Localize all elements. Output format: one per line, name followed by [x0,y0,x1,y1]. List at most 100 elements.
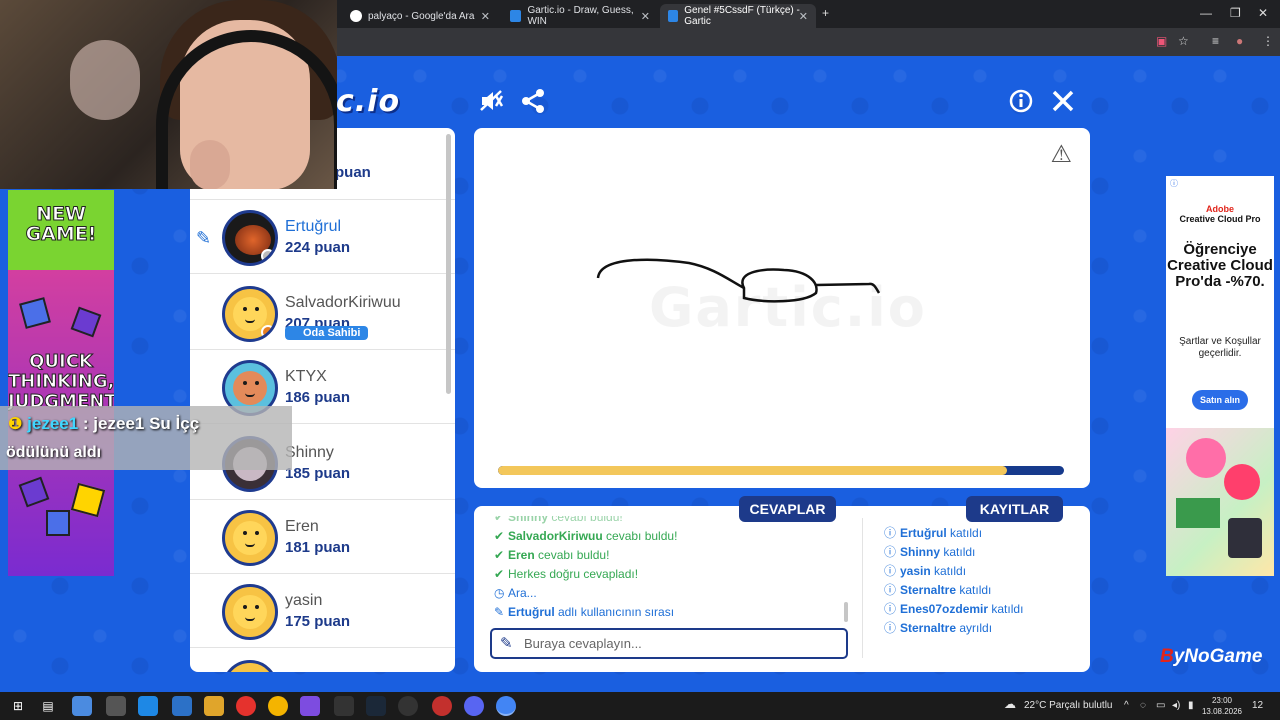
player-score: 181 puan [285,539,351,556]
log-line: ⓘ yasin katıldı [884,562,1074,581]
close-window-icon[interactable]: ✕ [1258,6,1268,20]
ad-card-icon [18,476,50,508]
room-owner-badge: Oda Sahibi [285,326,369,340]
avatar [222,286,278,342]
steam-icon[interactable] [366,696,386,716]
webcam-overlay [0,0,337,189]
browser-tab-gartic-home[interactable]: Gartic.io - Draw, Guess, WIN ✕ [502,4,658,28]
tab-answers[interactable]: CEVAPLAR [739,496,836,522]
gartic-icon [510,10,522,22]
app-icon[interactable] [72,696,92,716]
app-icon[interactable] [300,696,320,716]
ad-tagline: QUICK THINKING, JUDGMENT [8,351,114,412]
check-icon: ✔ [494,548,505,562]
answer-line: ◷ Ara... [494,584,854,603]
player-row[interactable]: yasin 175 puan [190,574,455,648]
close-tab-icon[interactable]: ✕ [641,10,650,23]
extension-icon[interactable]: ▣ [1156,34,1167,48]
restore-icon[interactable]: ❐ [1230,6,1241,20]
tab-logs[interactable]: KAYITLAR [966,496,1063,522]
ad-choices-icon[interactable]: ⓘ [1170,178,1178,189]
ad-note: Şartlar ve Koşullar geçerlidir. [1179,336,1261,359]
opera-icon[interactable] [236,696,256,716]
reading-list-icon[interactable]: ≡ [1212,34,1219,48]
info-icon: ⓘ [884,526,897,540]
mic-icon[interactable]: ▮ [1188,700,1194,711]
tab-title: palyaço - Google'da Ara [368,10,475,22]
notification-user: jezee1 [27,414,79,433]
notification-message: : jezee1 Su İçç [82,414,200,433]
round-timer-bar [498,466,1064,475]
mute-icon[interactable] [478,88,504,114]
player-row[interactable]: Eren 181 puan [190,500,455,574]
folder-icon[interactable] [204,696,224,716]
player-score: 186 puan [285,389,351,406]
logs-list: ⓘ Ertuğrul katıldı ⓘ Shinny katıldı ⓘ yasin… [884,524,1074,638]
pencil-icon: ✎ [500,635,513,652]
epic-games-icon[interactable] [334,696,354,716]
chrome-icon[interactable] [268,696,288,716]
discord-icon[interactable] [464,696,484,716]
ad-card-icon [46,510,70,536]
monitor-icon[interactable]: ▭ [1156,700,1165,711]
ad-buy-button[interactable]: Satın alın [1192,390,1248,410]
notification-line2: ödülünü aldı [6,444,102,461]
obs-icon[interactable] [432,696,452,716]
weather-icon: ☁ [1004,697,1016,711]
info-icon[interactable] [1008,88,1034,114]
windows-start-icon[interactable]: ⊞ [8,696,28,716]
browser-tab-google[interactable]: palyaço - Google'da Ara ✕ [342,4,498,28]
store-icon[interactable] [172,696,192,716]
log-line: ⓘ Shinny katıldı [884,543,1074,562]
bookmark-star-icon[interactable]: ☆ [1178,34,1189,48]
player-name: SalvadorKiriwuu [285,294,401,311]
tray-chevron-icon[interactable]: ^ [1124,700,1129,711]
stream-reward-notification: ❶ jezee1 : jezee1 Su İçç ödülünü aldı [0,406,292,470]
menu-icon[interactable]: ⋮ [1262,34,1274,48]
task-view-icon[interactable]: ▤ [38,696,58,716]
profile-icon[interactable]: ● [1236,34,1243,48]
network-icon[interactable]: ◌ [1140,700,1146,711]
info-icon: ⓘ [884,602,897,616]
player-row[interactable]: ✎ Ertuğrul 224 puan [190,200,455,274]
close-room-icon[interactable] [1050,88,1076,114]
browser-tab-gartic-room[interactable]: Genel #5CssdF (Türkçe) - Gartic ✕ [660,4,816,28]
info-icon: ⓘ [884,545,897,559]
pencil-icon: ✎ [494,605,505,619]
edge-icon[interactable] [138,696,158,716]
taskbar-clock[interactable]: 23:00 13.08.2026 [1200,695,1244,717]
game-ad[interactable]: NEW GAME! QUICK THINKING, JUDGMENT [8,190,114,576]
player-score: 175 puan [285,613,351,630]
player-name: yasin [285,592,323,609]
bynogame-logo: ByNoGame [1160,646,1263,667]
drawing-pencil-icon: ✎ [196,228,212,248]
player-score: 224 puan [285,239,351,256]
new-tab-icon[interactable]: + [822,6,829,20]
chrome-active-icon[interactable] [496,696,516,716]
answers-list: ✔ Shinny cevabı buldu! ✔ SalvadorKiriwuu c… [494,516,854,624]
round-timer-fill [498,466,1008,475]
player-row[interactable] [190,650,455,672]
minimize-icon[interactable]: — [1200,6,1212,20]
answers-scrollbar[interactable] [844,602,848,622]
weather-text[interactable]: 22°C Parçalı bulutlu [1024,700,1113,711]
adobe-ad[interactable]: ⓘ Adobe Creative Cloud Pro Öğrenciye Crea… [1166,176,1274,576]
share-icon[interactable] [520,88,546,114]
notification-count[interactable]: 12 [1252,700,1263,711]
reward-icon: ❶ [8,414,23,433]
gartic-icon [668,10,679,22]
ad-star-icon [70,482,106,518]
log-line: ⓘ Sternaltre katıldı [884,581,1074,600]
player-list-scrollbar[interactable] [446,134,451,394]
close-tab-icon[interactable]: ✕ [481,10,490,23]
app-icon[interactable] [398,696,418,716]
drawing-canvas[interactable]: Gartic.io ⚠ [474,128,1090,488]
volume-icon[interactable]: ◂) [1172,700,1180,711]
player-list: puan ✎ Ertuğrul 224 puan SalvadorKiriwuu… [190,128,455,672]
gartic-logo: c.io [336,84,401,119]
close-tab-icon[interactable]: ✕ [799,10,808,23]
avatar [222,210,278,266]
answer-input[interactable]: ✎ Buraya cevaplayın... [490,628,848,659]
player-score: puan [335,164,371,181]
file-explorer-icon[interactable] [106,696,126,716]
